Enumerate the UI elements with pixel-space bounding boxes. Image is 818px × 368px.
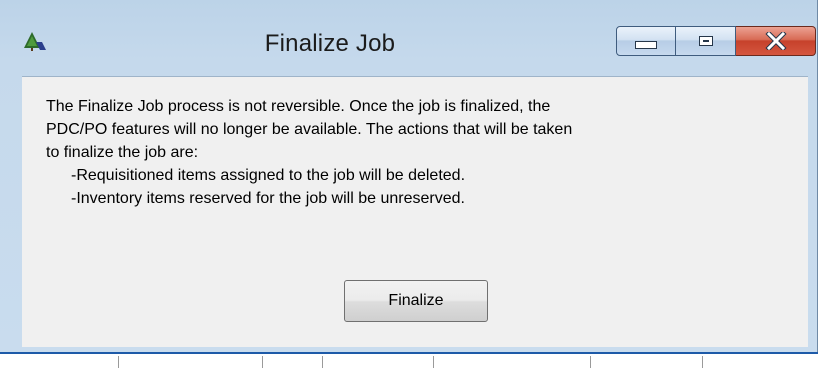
maximize-icon [698, 36, 713, 46]
action-item: -Requisitioned items assigned to the job… [71, 167, 466, 184]
warning-message: The Finalize Job process is not reversib… [46, 95, 786, 210]
message-line: The Finalize Job process is not reversib… [46, 98, 551, 115]
background-divider [433, 356, 434, 368]
close-button[interactable] [736, 26, 816, 56]
background-divider [118, 356, 119, 368]
dialog-content: The Finalize Job process is not reversib… [22, 76, 808, 347]
finalize-button[interactable]: Finalize [344, 280, 488, 322]
action-item: -Inventory items reserved for the job wi… [71, 190, 465, 207]
close-icon [764, 32, 787, 50]
message-line: PDC/PO features will no longer be availa… [46, 121, 573, 138]
finalize-job-dialog: Finalize Job The Finalize Job process is… [0, 0, 818, 352]
minimize-icon [635, 41, 657, 49]
background-divider [590, 356, 591, 368]
caption-buttons [616, 26, 816, 56]
minimize-button[interactable] [616, 26, 676, 56]
maximize-button[interactable] [676, 26, 736, 56]
background-divider [262, 356, 263, 368]
title-bar[interactable]: Finalize Job [0, 0, 818, 74]
background-divider [702, 356, 703, 368]
background-divider [322, 356, 323, 368]
message-line: to finalize the job are: [46, 144, 199, 161]
window-title: Finalize Job [264, 30, 396, 57]
